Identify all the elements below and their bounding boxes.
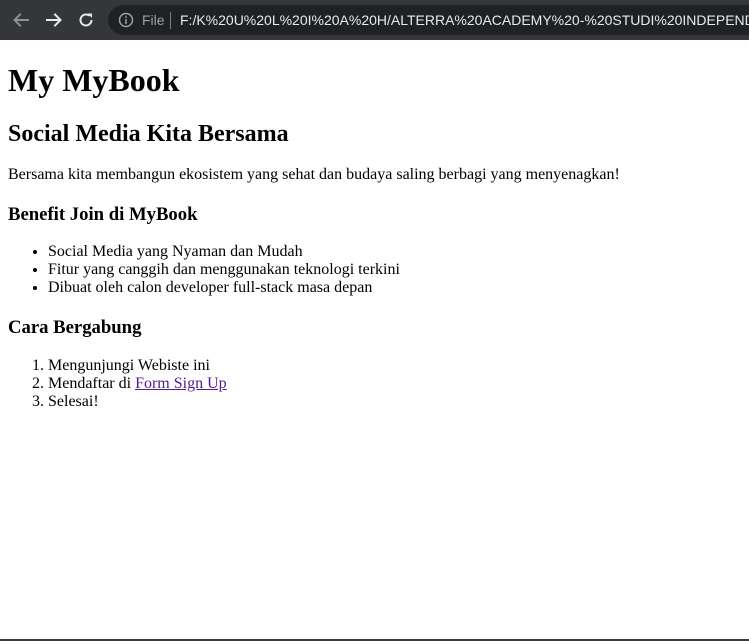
intro-paragraph: Bersama kita membangun ekosistem yang se… [8,166,620,183]
steps-list: Mengunjungi Webiste ini Mendaftar di For… [8,357,227,411]
benefit-heading: Benefit Join di MyBook [8,204,198,225]
benefit-item: Social Media yang Nyaman dan Mudah [48,243,400,261]
form-signup-link[interactable]: Form Sign Up [135,375,227,392]
step-item: Mengunjungi Webiste ini [48,357,227,375]
page-subtitle: Social Media Kita Bersama [8,121,289,147]
step-item: Selesai! [48,393,227,411]
back-button[interactable] [9,8,33,32]
address-separator [170,12,171,29]
benefit-list: Social Media yang Nyaman dan Mudah Fitur… [8,243,400,297]
url-text[interactable]: F:/K%20U%20L%20I%20A%20H/ALTERRA%20ACADE… [180,12,749,28]
forward-button[interactable] [42,8,66,32]
address-bar[interactable]: File F:/K%20U%20L%20I%20A%20H/ALTERRA%20… [108,5,749,35]
arrow-right-icon [46,13,62,27]
info-icon[interactable] [118,12,134,28]
step-text: Mendaftar di [48,375,136,392]
arrow-left-icon [13,13,29,27]
reload-icon [79,13,93,27]
step-item: Mendaftar di Form Sign Up [48,375,227,393]
browser-toolbar: File F:/K%20U%20L%20I%20A%20H/ALTERRA%20… [0,0,749,40]
reload-button[interactable] [74,8,98,32]
scheme-label: File [142,12,165,28]
benefit-item: Fitur yang canggih dan menggunakan tekno… [48,261,400,279]
benefit-item: Dibuat oleh calon developer full-stack m… [48,279,400,297]
page-content: My MyBook Social Media Kita Bersama Bers… [0,40,749,640]
page-title: My MyBook [8,62,180,98]
steps-heading: Cara Bergabung [8,317,142,338]
